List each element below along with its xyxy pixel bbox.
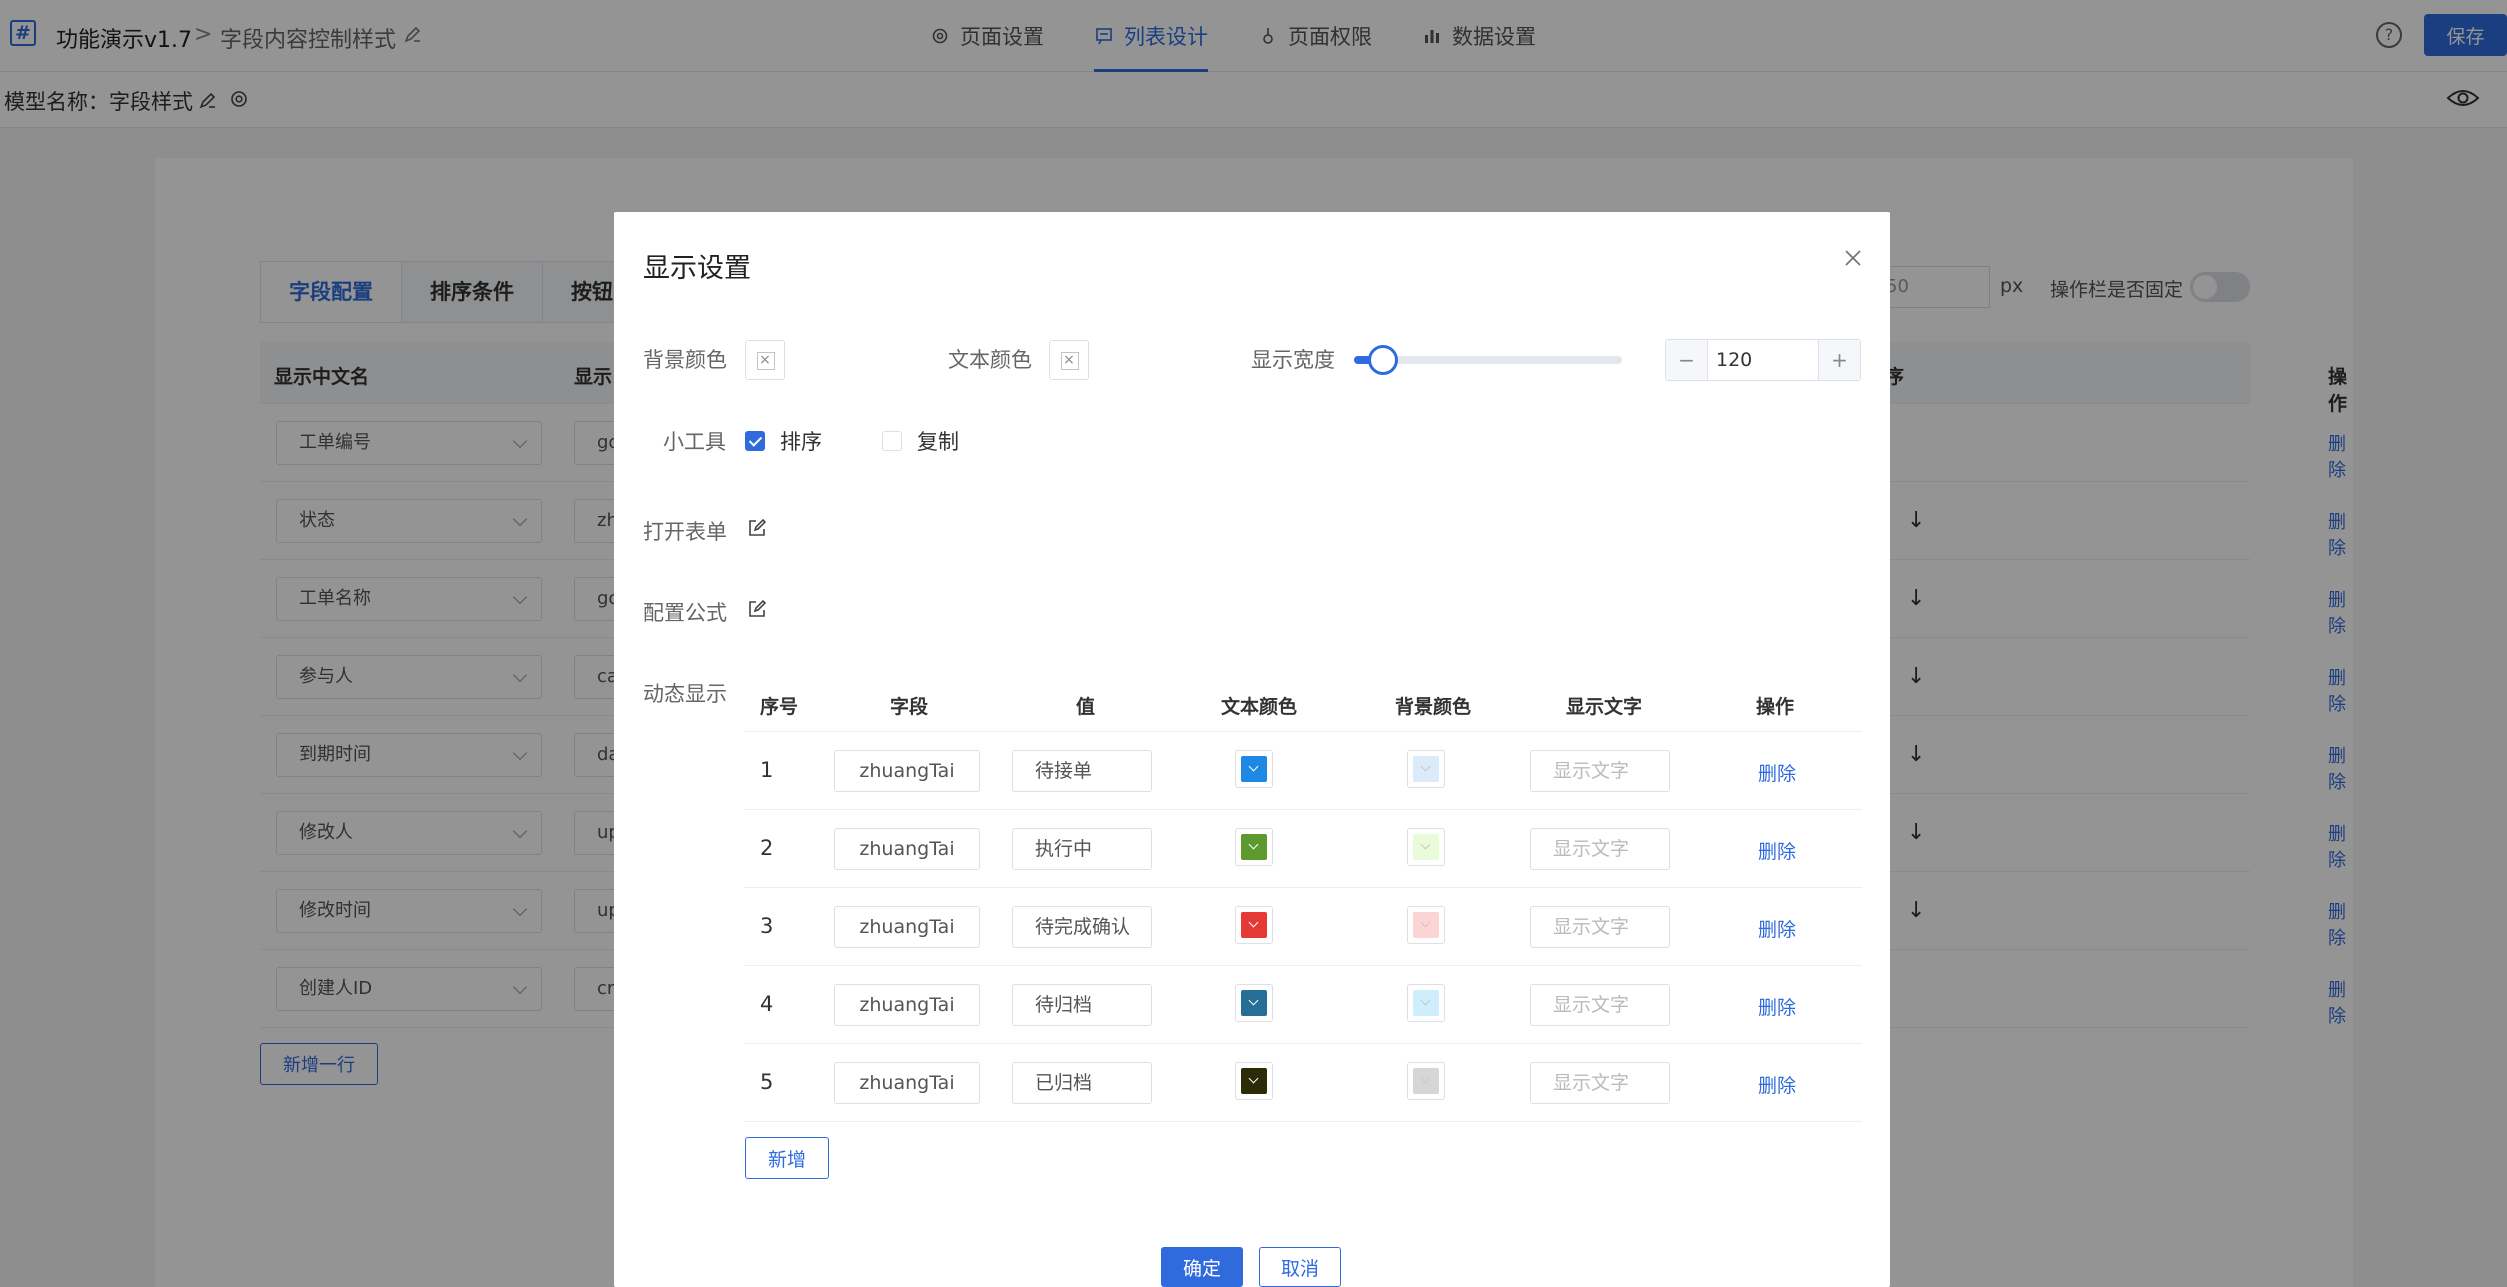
bg-color-picker[interactable] xyxy=(1407,906,1445,944)
display-text-input[interactable]: 显示文字 xyxy=(1530,750,1670,792)
width-label: 显示宽度 xyxy=(1251,348,1335,372)
bg-color-label: 背景颜色 xyxy=(643,348,727,372)
row-index: 3 xyxy=(760,914,774,938)
value-input[interactable]: 待归档 xyxy=(1012,984,1152,1026)
bg-color-picker[interactable]: × xyxy=(745,340,785,380)
cancel-button[interactable]: 取消 xyxy=(1259,1247,1341,1287)
copy-checkbox-label[interactable]: 复制 xyxy=(917,426,959,456)
value-input[interactable]: 执行中 xyxy=(1012,828,1152,870)
field-input[interactable]: zhuangTai xyxy=(834,984,980,1026)
header-action: 操作 xyxy=(1756,696,1795,718)
text-color-swatch xyxy=(1241,756,1267,782)
field-input[interactable]: zhuangTai xyxy=(834,750,980,792)
display-text-input[interactable]: 显示文字 xyxy=(1530,828,1670,870)
text-color-swatch xyxy=(1241,834,1267,860)
bg-color-swatch xyxy=(1413,834,1439,860)
display-text-input[interactable]: 显示文字 xyxy=(1530,984,1670,1026)
display-text-input[interactable]: 显示文字 xyxy=(1530,906,1670,948)
table-header: 序号 字段 值 文本颜色 背景颜色 显示文字 操作 xyxy=(744,676,1862,732)
width-value-input[interactable]: 120 xyxy=(1716,340,1752,380)
dialog-title: 显示设置 xyxy=(643,253,751,284)
field-input[interactable]: zhuangTai xyxy=(834,1062,980,1104)
delete-link[interactable]: 删除 xyxy=(1758,759,1796,786)
field-input[interactable]: zhuangTai xyxy=(834,828,980,870)
table-row: 1 zhuangTai 待接单 显示文字 删除 xyxy=(744,732,1862,810)
text-color-picker[interactable] xyxy=(1235,906,1273,944)
add-rule-button[interactable]: 新增 xyxy=(745,1137,829,1179)
header-value: 值 xyxy=(1076,696,1096,718)
header-text-color: 文本颜色 xyxy=(1221,696,1298,718)
value-input[interactable]: 待完成确认 xyxy=(1012,906,1152,948)
value-input[interactable]: 已归档 xyxy=(1012,1062,1152,1104)
row-index: 5 xyxy=(760,1070,774,1094)
text-color-picker[interactable] xyxy=(1235,1062,1273,1100)
bg-color-picker[interactable] xyxy=(1407,828,1445,866)
field-input[interactable]: zhuangTai xyxy=(834,906,980,948)
table-row: 5 zhuangTai 已归档 显示文字 删除 xyxy=(744,1044,1862,1122)
delete-link[interactable]: 删除 xyxy=(1758,993,1796,1020)
dynamic-display-table: 序号 字段 值 文本颜色 背景颜色 显示文字 操作 1 zhuangTai 待接… xyxy=(744,676,1862,1122)
bg-color-swatch xyxy=(1413,756,1439,782)
delete-link[interactable]: 删除 xyxy=(1758,915,1796,942)
dynamic-display-label: 动态显示 xyxy=(643,682,727,706)
text-color-swatch xyxy=(1241,1068,1267,1094)
text-color-picker[interactable] xyxy=(1235,750,1273,788)
close-icon[interactable] xyxy=(1841,246,1865,270)
text-color-picker[interactable] xyxy=(1235,828,1273,866)
increment-button[interactable]: + xyxy=(1818,340,1860,380)
table-row: 2 zhuangTai 执行中 显示文字 删除 xyxy=(744,810,1862,888)
width-stepper: − 120 + xyxy=(1665,339,1861,381)
edit-formula-icon[interactable] xyxy=(747,599,767,619)
header-display-text: 显示文字 xyxy=(1566,696,1643,718)
header-index: 序号 xyxy=(760,696,799,718)
delete-link[interactable]: 删除 xyxy=(1758,1071,1796,1098)
header-bg-color: 背景颜色 xyxy=(1395,696,1472,718)
bg-color-swatch xyxy=(1413,990,1439,1016)
bg-color-swatch xyxy=(1413,912,1439,938)
decrement-button[interactable]: − xyxy=(1666,340,1708,380)
bg-color-picker[interactable] xyxy=(1407,984,1445,1022)
table-row: 4 zhuangTai 待归档 显示文字 删除 xyxy=(744,966,1862,1044)
row-index: 2 xyxy=(760,836,774,860)
confirm-button[interactable]: 确定 xyxy=(1161,1247,1243,1287)
clear-icon: × xyxy=(1063,352,1075,368)
delete-link[interactable]: 删除 xyxy=(1758,837,1796,864)
edit-form-icon[interactable] xyxy=(747,518,767,538)
open-form-label: 打开表单 xyxy=(643,520,727,544)
row-index: 4 xyxy=(760,992,774,1016)
bg-color-picker[interactable] xyxy=(1407,1062,1445,1100)
text-color-swatch xyxy=(1241,912,1267,938)
text-color-label: 文本颜色 xyxy=(948,348,1032,372)
display-text-input[interactable]: 显示文字 xyxy=(1530,1062,1670,1104)
copy-checkbox[interactable] xyxy=(882,431,902,451)
display-settings-dialog: 显示设置 背景颜色 × 文本颜色 × 显示宽度 − 120 + 小工具 排序 复… xyxy=(614,212,1890,1287)
header-field: 字段 xyxy=(890,696,929,718)
row-index: 1 xyxy=(760,758,774,782)
sort-checkbox-label[interactable]: 排序 xyxy=(780,426,822,456)
width-slider-handle[interactable] xyxy=(1367,345,1398,375)
text-color-picker[interactable] xyxy=(1235,984,1273,1022)
bg-color-picker[interactable] xyxy=(1407,750,1445,788)
bg-color-swatch xyxy=(1413,1068,1439,1094)
sort-checkbox[interactable] xyxy=(745,431,765,451)
clear-icon: × xyxy=(759,352,771,368)
value-input[interactable]: 待接单 xyxy=(1012,750,1152,792)
table-row: 3 zhuangTai 待完成确认 显示文字 删除 xyxy=(744,888,1862,966)
text-color-swatch xyxy=(1241,990,1267,1016)
formula-label: 配置公式 xyxy=(643,601,727,625)
text-color-picker[interactable]: × xyxy=(1049,340,1089,380)
tools-label: 小工具 xyxy=(663,430,726,454)
